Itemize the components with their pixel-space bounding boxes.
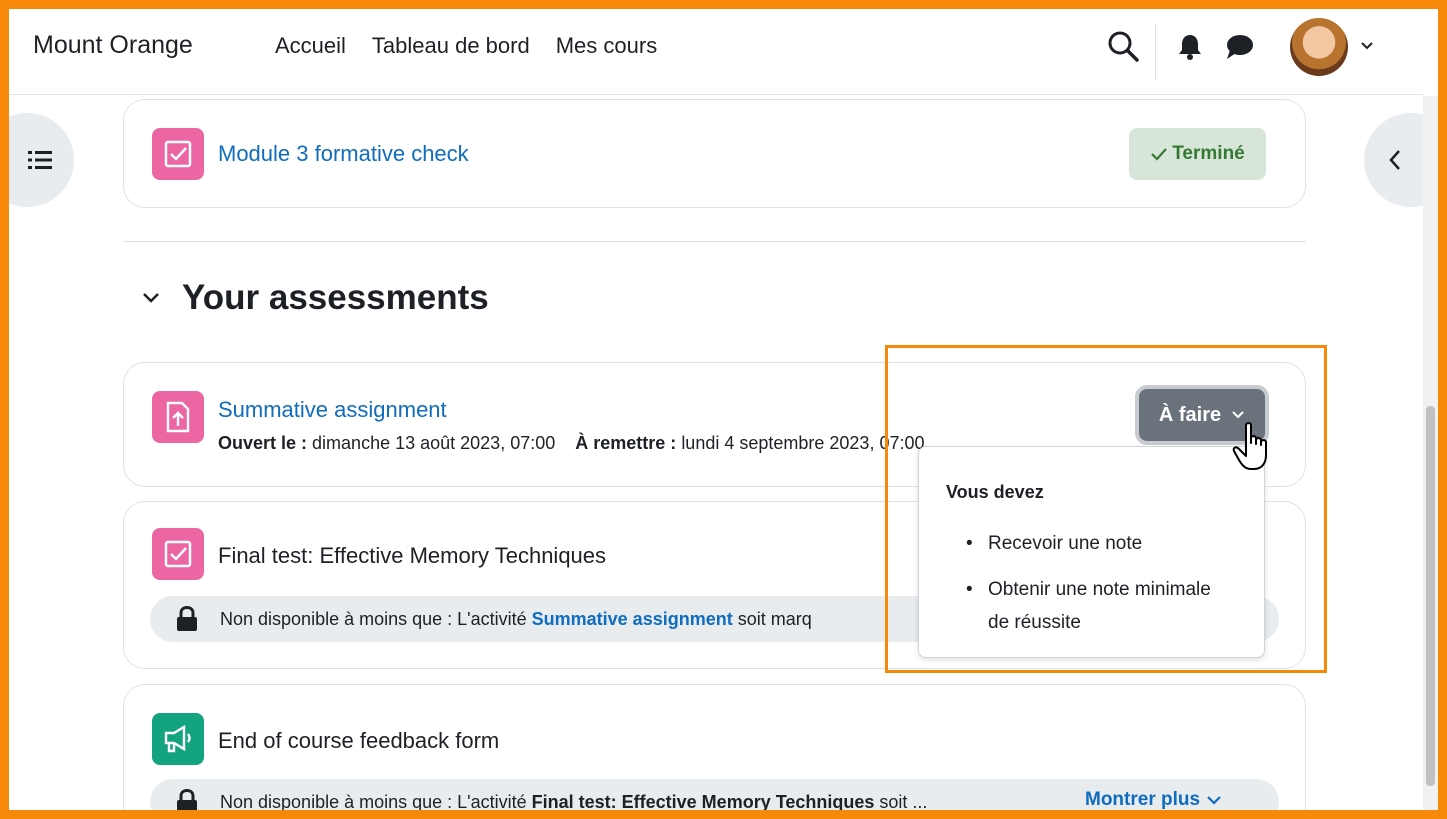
restriction-suffix: soit ... (879, 791, 928, 812)
restriction-activity-name: Final test: Effective Memory Techniques (531, 791, 875, 812)
activity-dates: Ouvert le : dimanche 13 août 2023, 07:00… (218, 433, 925, 454)
open-date-value: dimanche 13 août 2023, 07:00 (312, 433, 556, 453)
search-icon[interactable] (1106, 29, 1140, 63)
lock-icon (177, 789, 197, 814)
requirement-item: Recevoir une note (966, 527, 1226, 560)
nav-divider (1155, 23, 1156, 81)
chevron-down-icon[interactable] (1360, 41, 1374, 51)
primary-navigation: Accueil Tableau de bord Mes cours (275, 33, 657, 59)
bell-icon[interactable] (1177, 33, 1203, 61)
nav-link-home[interactable]: Accueil (275, 33, 346, 59)
completion-badge-label: Terminé (1172, 143, 1245, 164)
activity-link-assignment[interactable]: Summative assignment (218, 397, 447, 423)
due-date-value: lundi 4 septembre 2023, 07:00 (681, 433, 925, 453)
completion-requirements-dropdown: Vous devez Recevoir une note Obtenir une… (918, 446, 1265, 658)
open-date-label: Ouvert le : (218, 433, 308, 453)
requirement-item: Obtenir une note minimale de réussite (966, 573, 1226, 639)
course-index-toggle[interactable] (0, 113, 74, 207)
chevron-down-icon (1232, 411, 1244, 419)
chevron-left-icon (1389, 150, 1400, 170)
lock-icon (177, 606, 197, 631)
check-icon (1151, 148, 1168, 161)
assignment-icon (152, 391, 204, 443)
activity-name-feedback: End of course feedback form (218, 728, 500, 753)
quiz-icon (152, 528, 204, 580)
show-more-label: Montrer plus (1085, 789, 1201, 810)
restriction-suffix: soit marq (737, 608, 812, 629)
activity-card-module-3: Module 3 formative check Terminé (123, 99, 1306, 208)
list-icon (28, 151, 52, 169)
requirements-list: Recevoir une note Obtenir une note minim… (966, 527, 1226, 652)
scrollbar-thumb[interactable] (1426, 406, 1435, 786)
nav-link-dashboard[interactable]: Tableau de bord (372, 33, 530, 59)
chevron-down-icon[interactable] (142, 292, 160, 304)
activity-link-module-3[interactable]: Module 3 formative check (218, 141, 469, 167)
chat-icon[interactable] (1226, 34, 1254, 60)
site-brand[interactable]: Mount Orange (33, 31, 193, 60)
status-button-label: À faire (1158, 403, 1222, 426)
section-title: Your assessments (182, 278, 489, 317)
quiz-icon (152, 128, 204, 180)
restriction-text: Non disponible à moins que : L'activité (220, 608, 527, 629)
avatar[interactable] (1290, 18, 1348, 76)
section-divider (123, 241, 1306, 242)
activity-name-final-test: Final test: Effective Memory Techniques (218, 543, 607, 568)
section-header[interactable]: Your assessments (142, 278, 489, 318)
completion-badge-done: Terminé (1129, 128, 1266, 180)
restriction-text: Non disponible à moins que : L'activité (220, 791, 527, 812)
top-navbar: Mount Orange Accueil Tableau de bord Mes… (9, 9, 1423, 95)
dropdown-heading: Vous devez (946, 482, 1044, 502)
chevron-down-icon (1207, 796, 1221, 805)
nav-link-my-courses[interactable]: Mes cours (556, 33, 657, 59)
feedback-icon (152, 713, 204, 765)
hand-cursor-icon (1232, 422, 1267, 470)
show-more-link[interactable]: Montrer plus (1085, 789, 1222, 811)
due-date-label: À remettre : (575, 433, 677, 453)
restriction-link[interactable]: Summative assignment (532, 609, 733, 630)
page-scrollbar[interactable] (1423, 96, 1438, 810)
